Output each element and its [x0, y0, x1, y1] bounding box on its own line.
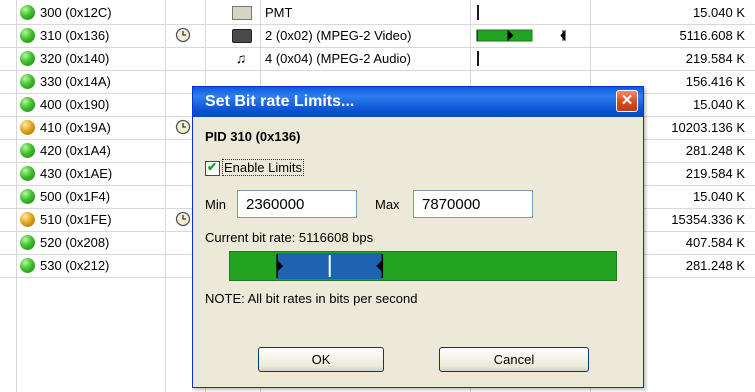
- enable-limits-label[interactable]: Enable Limits: [221, 159, 305, 176]
- checkmark-icon: ✔: [207, 160, 218, 174]
- type-cell: 4 (0x04) (MPEG-2 Audio): [265, 51, 411, 66]
- current-bit-rate: Current bit rate: 5116608 bps: [205, 230, 374, 245]
- pid-cell: 510 (0x1FE): [40, 212, 112, 227]
- table-icon: [232, 6, 252, 20]
- ok-button[interactable]: OK: [258, 347, 384, 372]
- status-ok-icon: [20, 74, 35, 89]
- clock-icon: [175, 27, 191, 43]
- max-input[interactable]: [413, 190, 533, 218]
- max-label: Max: [375, 197, 400, 212]
- bitrate-cell: 15.040 K: [692, 189, 745, 204]
- pid-cell: 420 (0x1A4): [40, 143, 111, 158]
- bitrate-bar: [477, 5, 479, 20]
- bitrate-cell: 281.248 K: [685, 258, 745, 273]
- status-ok-icon: [20, 189, 35, 204]
- type-cell: PMT: [265, 5, 293, 20]
- status-ok-icon: [20, 166, 35, 181]
- bitrate-bar: [476, 29, 566, 42]
- pid-cell: 530 (0x212): [40, 258, 110, 273]
- bitrate-cell: 156.416 K: [685, 74, 745, 89]
- video-icon: [232, 29, 252, 43]
- pid-cell: 310 (0x136): [40, 28, 110, 43]
- bitrate-cell: 281.248 K: [685, 143, 745, 158]
- bitrate-limits-bar[interactable]: [229, 251, 617, 281]
- pid-cell: 320 (0x140): [40, 51, 110, 66]
- type-cell: 2 (0x02) (MPEG-2 Video): [265, 28, 412, 43]
- music-note-icon: ♫: [235, 50, 247, 66]
- pid-cell: 500 (0x1F4): [40, 189, 111, 204]
- units-note: NOTE: All bit rates in bits per second: [205, 291, 418, 306]
- min-input[interactable]: [237, 190, 357, 218]
- status-ok-icon: [20, 51, 35, 66]
- table-row[interactable]: 300 (0x12C) PMT 15.040 K: [0, 1, 755, 25]
- enable-limits-checkbox[interactable]: ✔: [205, 160, 220, 176]
- bitrate-cell: 5116.608 K: [679, 28, 745, 43]
- status-warning-icon: [20, 212, 35, 227]
- status-ok-icon: [20, 143, 35, 158]
- bitrate-bar: [477, 51, 479, 66]
- status-ok-icon: [20, 258, 35, 273]
- dialog-title: Set Bit rate Limits...: [205, 93, 355, 110]
- pid-label: PID 310 (0x136): [205, 129, 301, 144]
- bitrate-cell: 407.584 K: [685, 235, 745, 250]
- status-ok-icon: [20, 5, 35, 20]
- status-ok-icon: [20, 235, 35, 250]
- pid-cell: 300 (0x12C): [40, 5, 112, 20]
- table-row[interactable]: 310 (0x136) 2 (0x02) (MPEG-2 Video) 5116.6…: [0, 24, 755, 48]
- status-warning-icon: [20, 120, 35, 135]
- table-row[interactable]: 320 (0x140) ♫ 4 (0x04) (MPEG-2 Audio) 219.5…: [0, 47, 755, 71]
- clock-icon: [175, 119, 191, 135]
- pid-cell: 330 (0x14A): [40, 74, 111, 89]
- pid-cell: 520 (0x208): [40, 235, 110, 250]
- cancel-button[interactable]: Cancel: [439, 347, 589, 372]
- bitrate-cell: 219.584 K: [685, 166, 745, 181]
- min-label: Min: [205, 197, 226, 212]
- bitrate-cell: 10203.136 K: [671, 120, 745, 135]
- bitrate-cell: 15.040 K: [692, 5, 745, 20]
- bitrate-cell: 219.584 K: [685, 51, 745, 66]
- close-button[interactable]: ✕: [616, 90, 638, 112]
- set-bitrate-limits-dialog: Set Bit rate Limits... ✕ PID 310 (0x136)…: [192, 86, 644, 388]
- dialog-titlebar[interactable]: Set Bit rate Limits... ✕: [193, 87, 643, 117]
- status-ok-icon: [20, 97, 35, 112]
- bitrate-cell: 15.040 K: [692, 97, 745, 112]
- pid-cell: 400 (0x190): [40, 97, 110, 112]
- clock-icon: [175, 211, 191, 227]
- bitrate-cell: 15354.336 K: [671, 212, 745, 227]
- status-ok-icon: [20, 28, 35, 43]
- bitrate-limits-markers: [276, 253, 384, 279]
- close-icon: ✕: [620, 92, 634, 109]
- pid-cell: 410 (0x19A): [40, 120, 111, 135]
- pid-cell: 430 (0x1AE): [40, 166, 113, 181]
